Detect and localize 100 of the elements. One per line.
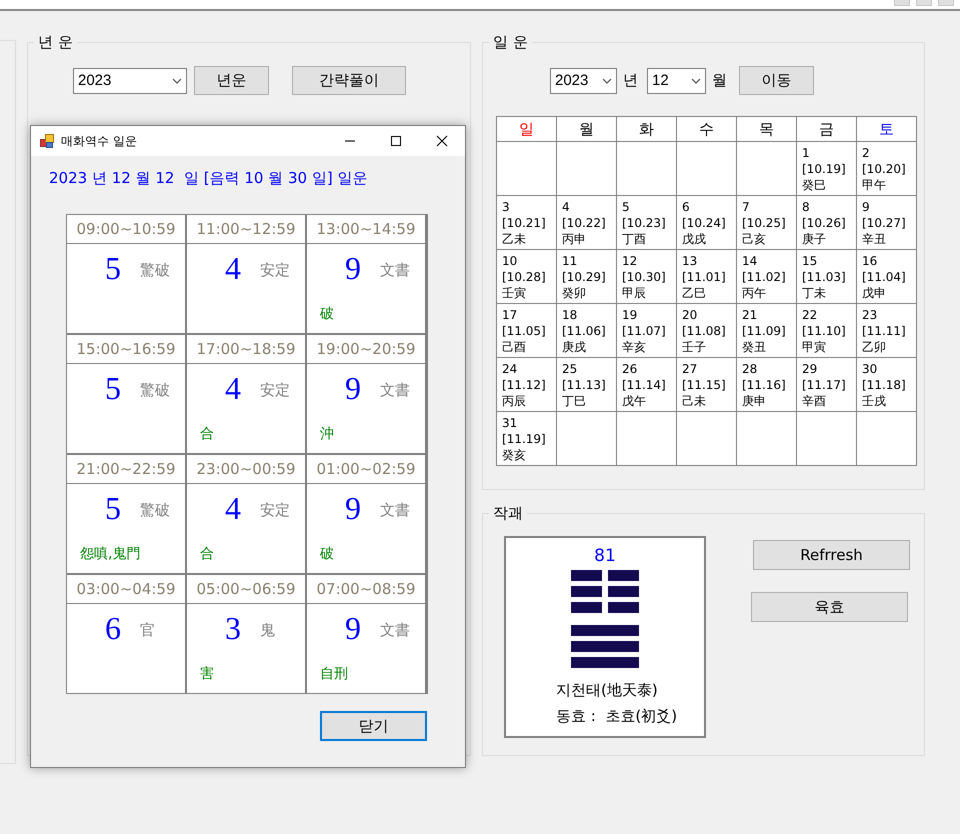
calendar-day[interactable]: 19 [11.07] 辛亥 — [616, 304, 676, 358]
calendar-day[interactable]: 14 [11.02] 丙午 — [736, 250, 796, 304]
time-range: 21:00~22:59 — [76, 460, 176, 478]
fortune-number: 4 — [225, 490, 241, 526]
chevron-down-icon — [691, 78, 701, 84]
calendar-day[interactable]: 10 [10.28] 壬寅 — [496, 250, 556, 304]
chevron-down-icon — [172, 78, 182, 84]
calendar-day[interactable]: 9 [10.27] 辛丑 — [856, 196, 916, 250]
calendar-day[interactable]: 17 [11.05] 己酉 — [496, 304, 556, 358]
calendar-day[interactable]: 16 [11.04] 戊申 — [856, 250, 916, 304]
calendar-day[interactable]: 27 [11.15] 己未 — [676, 358, 736, 412]
calendar-day[interactable]: 12 [10.30] 甲辰 — [616, 250, 676, 304]
window-control-icon[interactable] — [916, 0, 932, 6]
weekday-header: 토 — [856, 116, 916, 142]
app-icon — [40, 134, 54, 148]
hexagram-number: 81 — [594, 546, 616, 566]
date-heading: 2023 년 12 월 12 일 [음력 10 월 30 일] 일운 — [49, 169, 368, 188]
fortune-note: 怨嗔,鬼門 — [80, 545, 140, 563]
fortune-label: 驚破 — [140, 501, 170, 520]
year-dropdown[interactable]: 2023 — [550, 68, 617, 94]
fortune-number: 9 — [345, 490, 361, 526]
six-lines-button[interactable]: 육효 — [751, 592, 908, 622]
group-title: 작괘 — [492, 504, 524, 523]
calendar-day[interactable]: 30 [11.18] 壬戌 — [856, 358, 916, 412]
window-control-icon[interactable] — [938, 0, 954, 6]
fortune-number: 9 — [345, 610, 361, 646]
calendar-day[interactable]: 31 [11.19] 癸亥 — [496, 412, 556, 466]
calendar-day[interactable]: 7 [10.25] 己亥 — [736, 196, 796, 250]
time-range: 05:00~06:59 — [196, 580, 296, 598]
chevron-down-icon — [602, 78, 612, 84]
time-range: 15:00~16:59 — [76, 340, 176, 358]
weekday-header: 월 — [556, 116, 616, 142]
fortune-label: 安定 — [260, 381, 290, 400]
fortune-number: 9 — [345, 250, 361, 286]
month-dropdown[interactable]: 12 — [647, 68, 706, 94]
time-range: 03:00~04:59 — [76, 580, 176, 598]
go-button[interactable]: 이동 — [739, 66, 814, 95]
year-dropdown[interactable]: 2023 — [73, 68, 187, 94]
fortune-label: 驚破 — [140, 261, 170, 280]
fortune-note: 破 — [320, 545, 334, 563]
fortune-label: 驚破 — [140, 381, 170, 400]
calendar-day[interactable]: 11 [10.29] 癸卯 — [556, 250, 616, 304]
time-range: 09:00~10:59 — [76, 220, 176, 238]
calendar-day[interactable]: 24 [11.12] 丙辰 — [496, 358, 556, 412]
calendar-day[interactable]: 15 [11.03] 丁未 — [796, 250, 856, 304]
fortune-number: 5 — [105, 370, 121, 406]
calendar-day[interactable]: 8 [10.26] 庚子 — [796, 196, 856, 250]
fortune-number: 5 — [105, 490, 121, 526]
fortune-number: 9 — [345, 370, 361, 406]
calendar-day[interactable]: 2 [10.20] 甲午 — [856, 142, 916, 196]
calendar-day[interactable]: 21 [11.09] 癸丑 — [736, 304, 796, 358]
fortune-label: 官 — [140, 621, 155, 640]
calendar-day[interactable]: 29 [11.17] 辛酉 — [796, 358, 856, 412]
calendar-day[interactable]: 1 [10.19] 癸巳 — [796, 142, 856, 196]
fortune-label: 鬼 — [260, 621, 275, 640]
fortune-note: 合 — [200, 545, 214, 563]
calendar-day[interactable]: 26 [11.14] 戊午 — [616, 358, 676, 412]
calendar-day[interactable]: 23 [11.11] 乙卯 — [856, 304, 916, 358]
fortune-note: 自刑 — [320, 665, 348, 683]
calendar-day[interactable]: 28 [11.16] 庚申 — [736, 358, 796, 412]
fortune-note: 合 — [200, 425, 214, 443]
calendar-day[interactable]: 18 [11.06] 庚戌 — [556, 304, 616, 358]
time-range: 19:00~20:59 — [316, 340, 416, 358]
time-range: 23:00~00:59 — [196, 460, 296, 478]
refresh-button[interactable]: Refrresh — [753, 540, 910, 570]
calendar-day[interactable]: 13 [11.01] 乙巳 — [676, 250, 736, 304]
year-fortune-button[interactable]: 년운 — [194, 66, 269, 95]
unit-label: 년 — [623, 71, 638, 90]
fortune-label: 文書 — [380, 381, 410, 400]
calendar-day[interactable]: 4 [10.22] 丙申 — [556, 196, 616, 250]
weekday-header: 목 — [736, 116, 796, 142]
window-control-icon[interactable] — [894, 0, 910, 6]
dialog-title: 매화역수 일운 — [61, 132, 137, 150]
fortune-number: 6 — [105, 610, 121, 646]
weekday-header: 금 — [796, 116, 856, 142]
fortune-label: 文書 — [380, 621, 410, 640]
time-range: 11:00~12:59 — [196, 220, 296, 238]
fortune-number: 4 — [225, 370, 241, 406]
fortune-note: 破 — [320, 305, 334, 323]
calendar-day[interactable]: 20 [11.08] 壬子 — [676, 304, 736, 358]
time-range: 17:00~18:59 — [196, 340, 296, 358]
summary-button[interactable]: 간략풀이 — [292, 66, 406, 95]
calendar-day[interactable]: 6 [10.24] 戊戌 — [676, 196, 736, 250]
fortune-label: 安定 — [260, 501, 290, 520]
weekday-header: 일 — [496, 116, 556, 142]
fortune-label: 安定 — [260, 261, 290, 280]
fortune-note: 沖 — [320, 425, 334, 443]
calendar-day[interactable]: 3 [10.21] 乙未 — [496, 196, 556, 250]
calendar-day[interactable]: 25 [11.13] 丁巳 — [556, 358, 616, 412]
unit-label: 월 — [712, 71, 727, 90]
fortune-label: 文書 — [380, 261, 410, 280]
hexagram-name: 지천태(地天泰) — [556, 681, 658, 700]
close-button[interactable]: 닫기 — [320, 711, 427, 741]
calendar-day[interactable]: 5 [10.23] 丁酉 — [616, 196, 676, 250]
weekday-header: 화 — [616, 116, 676, 142]
moving-line-text: 동효 : 초효(初爻) — [556, 707, 678, 726]
fortune-note: 害 — [200, 665, 214, 683]
calendar-day[interactable]: 22 [11.10] 甲寅 — [796, 304, 856, 358]
group-title: 일 운 — [492, 33, 529, 52]
fortune-label: 文書 — [380, 501, 410, 520]
